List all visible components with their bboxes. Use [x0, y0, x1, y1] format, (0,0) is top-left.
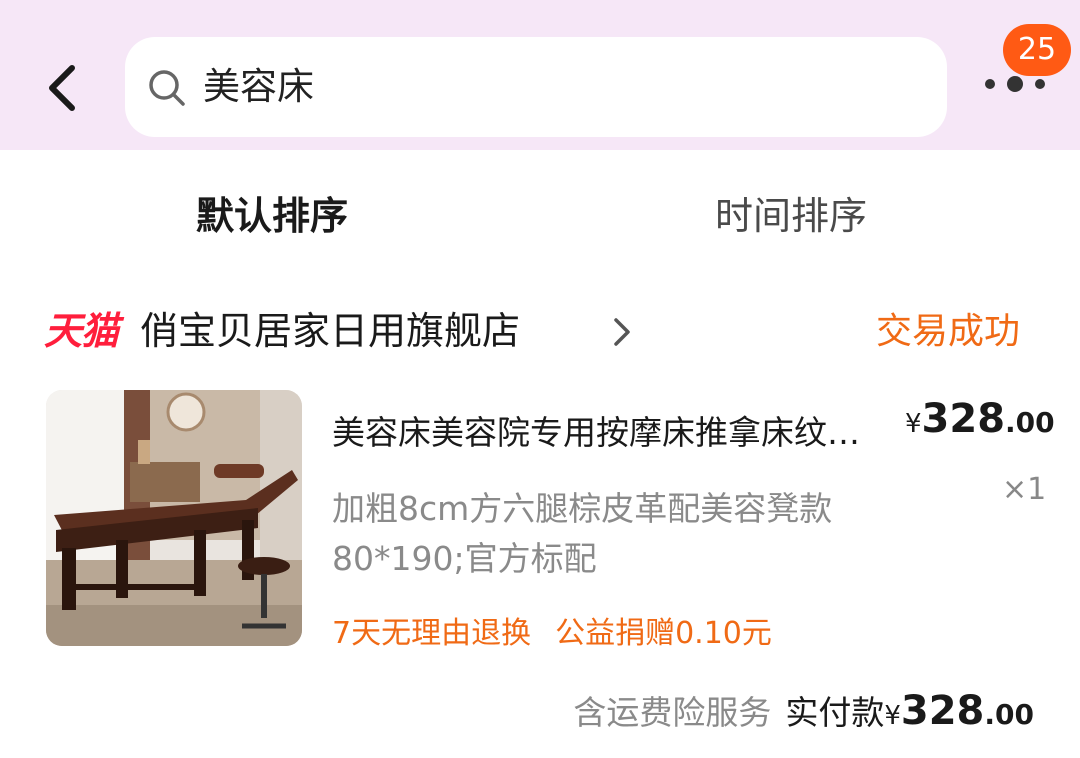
paid-currency: ¥: [884, 701, 901, 731]
paid-integer: 328: [900, 688, 985, 734]
sku-line-2: 80*190;官方标配: [332, 539, 597, 578]
massage-bed-picture: [46, 390, 302, 646]
price-currency: ¥: [905, 409, 922, 439]
more-dots-icon-center: [1007, 76, 1023, 92]
unit-price: ¥328.00: [905, 396, 1055, 442]
search-bar[interactable]: 美容床: [125, 37, 947, 137]
shop-name-link[interactable]: 俏宝贝居家日用旗舰店: [140, 306, 520, 356]
return-policy-tag: 7天无理由退换: [332, 616, 532, 651]
quantity: ×1: [1002, 472, 1047, 507]
order-total-row: 含运费险服务 实付款¥328.00: [573, 686, 1034, 734]
sku-spec: 加粗8cm方六腿棕皮革配美容凳款 80*190;官方标配: [332, 484, 912, 584]
back-arrow-icon: [49, 65, 75, 111]
product-title[interactable]: 美容床美容院专用按摩床推拿床纹绣床家用折叠: [332, 410, 892, 456]
search-icon: [149, 70, 185, 106]
price-decimal: .00: [1005, 406, 1055, 439]
service-tags: 7天无理由退换 公益捐赠0.10元: [332, 612, 772, 656]
charity-tag: 公益捐赠0.10元: [555, 616, 772, 651]
sku-line-1: 加粗8cm方六腿棕皮革配美容凳款: [332, 489, 833, 528]
notification-badge: 25: [1003, 24, 1071, 76]
price-integer: 328: [921, 396, 1006, 442]
tmall-logo: 天猫: [44, 309, 119, 353]
chevron-right-icon[interactable]: [610, 316, 634, 348]
product-image[interactable]: [46, 390, 302, 646]
top-bar: 美容床 25: [0, 0, 1080, 150]
paid-decimal: .00: [984, 698, 1034, 731]
order-status: 交易成功: [876, 311, 1021, 352]
paid-label: 实付款: [785, 693, 885, 732]
more-dots-icon: [985, 79, 995, 89]
tab-time-sort[interactable]: 时间排序: [715, 190, 867, 242]
more-dots-icon-right: [1035, 79, 1045, 89]
shipping-insurance-note: 含运费险服务: [573, 693, 772, 732]
back-button[interactable]: [40, 62, 84, 114]
search-query: 美容床: [203, 65, 314, 108]
tab-default-sort[interactable]: 默认排序: [196, 190, 348, 242]
